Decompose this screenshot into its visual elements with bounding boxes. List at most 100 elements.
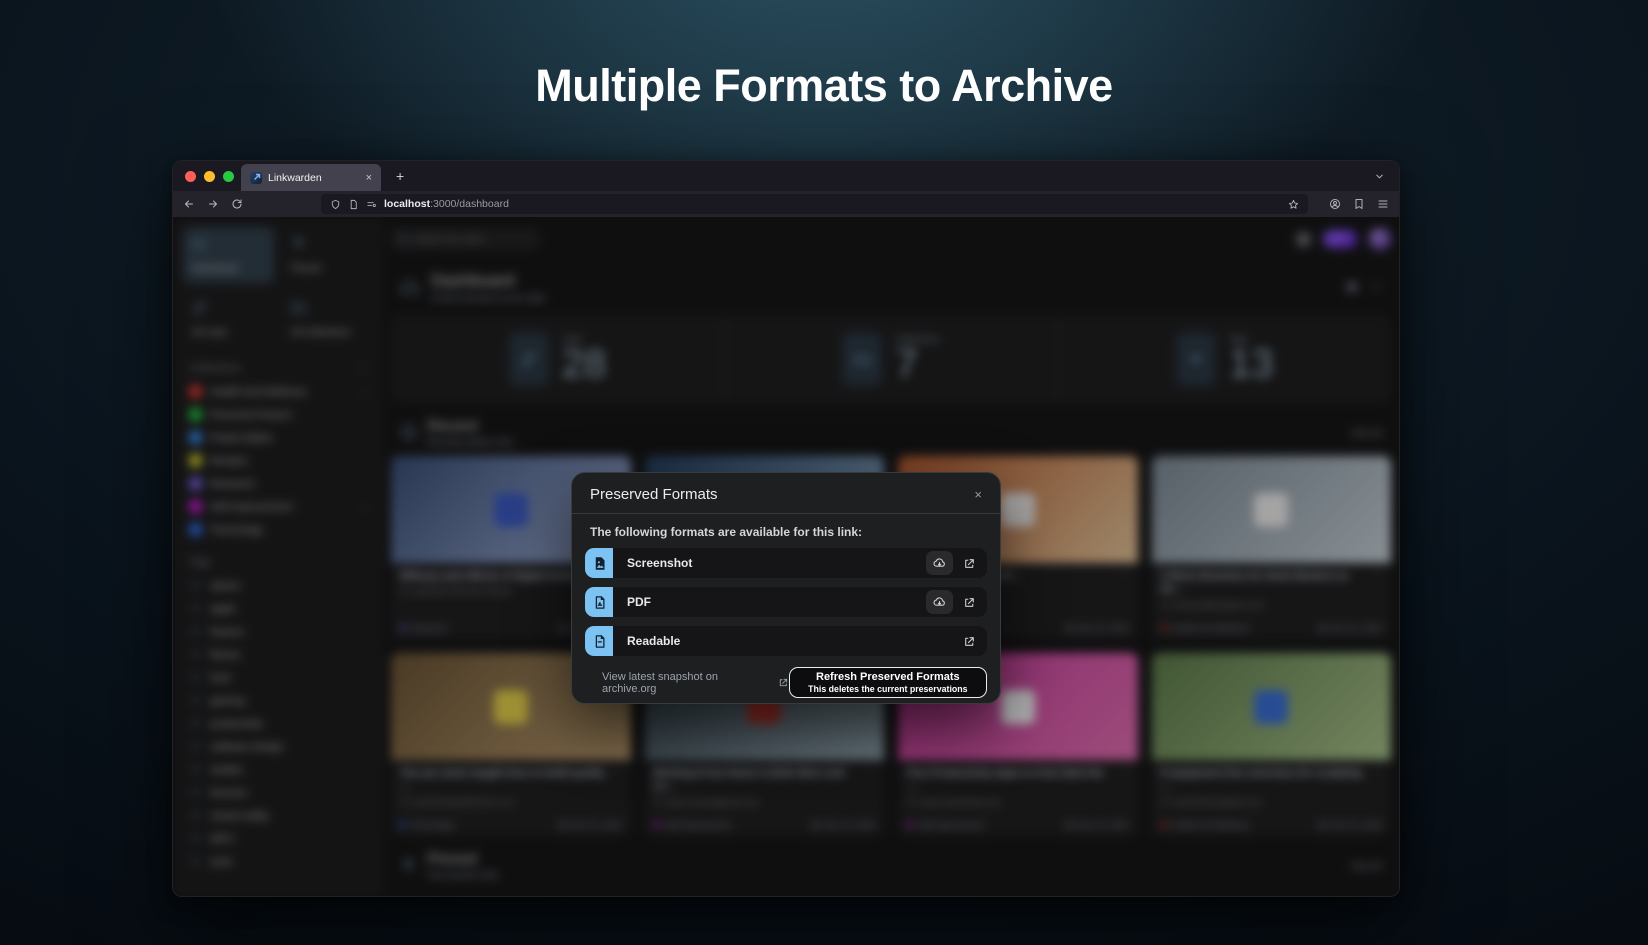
chevron-down-icon[interactable] [358, 364, 367, 373]
stat-value: 13 [1229, 344, 1274, 385]
card-menu-button[interactable]: ⋯ [1119, 570, 1129, 583]
modal-footer: View latest snapshot on archive.org Refr… [585, 667, 987, 698]
window-controls [185, 171, 234, 182]
pinned-title-block: Pinned Your pinned Links [427, 851, 498, 880]
bookmark-star-icon[interactable] [1288, 199, 1299, 210]
archive-org-link[interactable]: View latest snapshot on archive.org [602, 671, 789, 695]
nav-label: Dashboard [192, 263, 265, 274]
link-url[interactable]: www.florianbellmann.com [400, 797, 622, 807]
expand-chevron-icon[interactable]: › [364, 502, 367, 512]
browser-toolbar: localhost:3000/dashboard [173, 191, 1399, 217]
download-pdf-button[interactable] [926, 590, 953, 614]
card-date-text: Dec 31, 2023 [1331, 820, 1382, 830]
sidebar-nav-all-collections[interactable]: All Collections [282, 291, 373, 347]
url-bar[interactable]: localhost:3000/dashboard [321, 194, 1308, 214]
tag-name: fitness [210, 649, 240, 661]
browser-tab[interactable]: Linkwarden × [241, 164, 381, 191]
view-grid-icon[interactable] [1346, 281, 1358, 293]
open-readable-button[interactable] [956, 629, 982, 653]
download-screenshot-button[interactable] [926, 551, 953, 575]
recent-view-all-link[interactable]: View All [1351, 428, 1382, 438]
preview-badge [1001, 493, 1035, 527]
tag-item-studies[interactable]: # studies [183, 758, 373, 781]
collection-color-chip [189, 500, 202, 513]
close-window-button[interactable] [185, 171, 196, 182]
sidebar-nav-pinned[interactable]: Pinned [282, 227, 373, 283]
collection-item-project-alpha[interactable]: Project Alpha [183, 426, 373, 449]
tag-item-fitness[interactable]: # fitness [183, 643, 373, 666]
minimize-window-button[interactable] [204, 171, 215, 182]
collapse-chevron-icon[interactable] [1370, 281, 1382, 293]
card-collection-name: Health And Wellness [1172, 623, 1250, 633]
open-pdf-button[interactable] [956, 590, 982, 614]
tag-item-finance[interactable]: # finance [183, 620, 373, 643]
collection-item-technology[interactable]: Technology [183, 518, 373, 541]
tab-list-chevron-icon[interactable] [1374, 161, 1385, 191]
link-url[interactable]: www.morningbrew.com [654, 797, 876, 807]
link-url[interactable]: www.fitnessguide.com [1161, 797, 1383, 807]
collection-item-personal-finance[interactable]: Personal Finance [183, 403, 373, 426]
link-card-8[interactable]: 8 equipment free exercises for sculpting… [1152, 653, 1392, 836]
collection-name: Project Alpha [210, 432, 272, 444]
external-icon [400, 797, 409, 806]
close-icon[interactable]: × [974, 487, 982, 502]
reload-icon[interactable] [231, 198, 243, 210]
tab-close-icon[interactable]: × [366, 172, 372, 184]
card-date: Dec 31, 2023 [1065, 623, 1129, 633]
tag-item-work[interactable]: # work [183, 850, 373, 873]
avatar[interactable] [1369, 228, 1391, 250]
stat-links-tile [509, 332, 549, 386]
permissions-icon[interactable] [366, 199, 377, 210]
tag-item-food[interactable]: # food [183, 666, 373, 689]
link-url[interactable]: www.wellandgood.com [1161, 600, 1383, 610]
shield-icon[interactable] [330, 199, 341, 210]
tag-item-productivity[interactable]: # productivity [183, 712, 373, 735]
expand-chevron-icon[interactable]: › [364, 387, 367, 397]
tag-item-software-design[interactable]: # software design [183, 735, 373, 758]
new-link-button[interactable]: + [1323, 230, 1357, 248]
collection-item-research[interactable]: Research [183, 472, 373, 495]
tag-item-apple[interactable]: # apple [183, 597, 373, 620]
stat-links: Links 28 [391, 315, 724, 403]
link-card-4[interactable]: 3 Wrist Stretches for Desk Workers to Do… [1152, 456, 1392, 639]
formats-list: Screenshot PDF Readable [585, 548, 987, 656]
link-url[interactable]: www.macstories.net [907, 797, 1129, 807]
account-icon[interactable] [1329, 198, 1341, 210]
card-collection-name: Health And Wellness [1172, 820, 1250, 830]
new-tab-button[interactable]: + [396, 161, 404, 191]
collection-item-self-improvement[interactable]: Self Improvement › [183, 495, 373, 518]
folder-icon [291, 300, 306, 315]
card-menu-button[interactable]: ⋯ [865, 767, 875, 794]
tag-item-gaming[interactable]: # gaming [183, 689, 373, 712]
forward-icon[interactable] [207, 198, 219, 210]
save-to-library-icon[interactable] [1353, 198, 1365, 210]
sidebar-nav-all-links[interactable]: All Links [183, 291, 274, 347]
back-icon[interactable] [183, 198, 195, 210]
card-menu-button[interactable]: ⋯ [1372, 570, 1382, 597]
tag-item-wfh[interactable]: # WFH [183, 827, 373, 850]
theme-toggle-icon[interactable] [1296, 232, 1311, 247]
collection-name: Recipes [210, 455, 248, 467]
preview-badge [1254, 493, 1288, 527]
format-label: PDF [627, 595, 651, 609]
refresh-preserved-formats-button[interactable]: Refresh Preserved Formats This deletes t… [789, 667, 987, 698]
search-input[interactable]: Search for Links [391, 228, 539, 250]
open-screenshot-button[interactable] [956, 551, 982, 575]
page-info-icon[interactable] [348, 199, 359, 210]
card-menu-button[interactable]: ⋯ [1119, 767, 1129, 794]
collection-item-health-and-wellness[interactable]: Health And Wellness › [183, 380, 373, 403]
collection-item-recipes[interactable]: Recipes [183, 449, 373, 472]
card-body: 3 Wrist Stretches for Desk Workers to Do… [1152, 563, 1392, 639]
tag-item-virtual-reality[interactable]: # virtual reality [183, 804, 373, 827]
pinned-view-all-link[interactable]: View All [1351, 861, 1382, 871]
collection-color-chip [189, 477, 202, 490]
card-menu-button[interactable]: ⋯ [612, 767, 622, 794]
tag-item-advice[interactable]: # advice [183, 574, 373, 597]
external-icon [1161, 600, 1170, 609]
sidebar-nav-dashboard[interactable]: Dashboard [183, 227, 274, 283]
collection-color-chip [189, 523, 202, 536]
tag-item-theories[interactable]: # theories [183, 781, 373, 804]
maximize-window-button[interactable] [223, 171, 234, 182]
card-menu-button[interactable]: ⋯ [1372, 767, 1382, 794]
menu-hamburger-icon[interactable] [1377, 198, 1389, 210]
